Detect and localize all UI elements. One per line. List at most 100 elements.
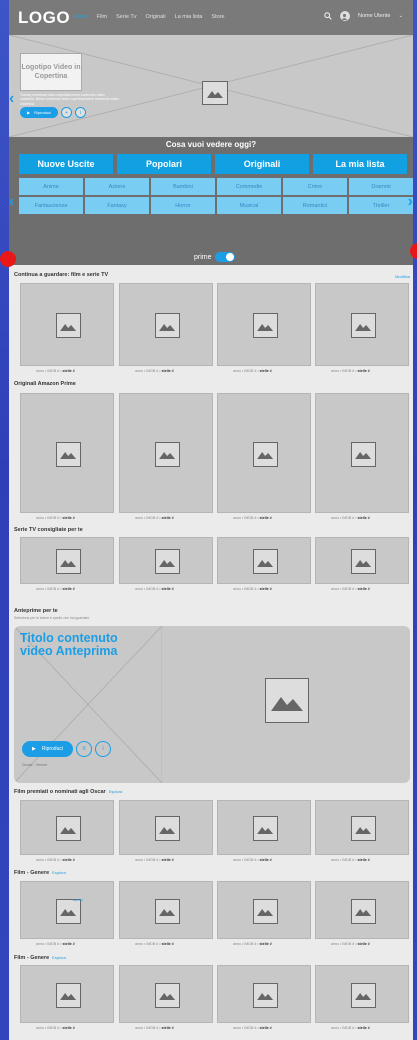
genre-commedie[interactable]: Commedie bbox=[217, 178, 281, 195]
card-stars: stelle # bbox=[357, 942, 370, 946]
content-card[interactable] bbox=[217, 283, 311, 366]
image-placeholder-icon bbox=[252, 982, 278, 1008]
user-name[interactable]: Nome Utente bbox=[358, 13, 390, 19]
image-placeholder-icon bbox=[350, 982, 376, 1008]
content-card[interactable] bbox=[315, 965, 409, 1023]
image-placeholder-icon bbox=[55, 898, 81, 924]
card-imdb: IMDB # • bbox=[47, 369, 63, 373]
search-icon[interactable] bbox=[324, 12, 332, 20]
content-card[interactable] bbox=[217, 800, 311, 855]
content-card[interactable] bbox=[315, 881, 409, 939]
genre-bambini[interactable]: Bambini bbox=[151, 178, 215, 195]
content-card[interactable] bbox=[20, 965, 114, 1023]
hero-banner[interactable]: Logotipo Video in Copertina Trama/ preme… bbox=[9, 35, 413, 137]
user-icon bbox=[342, 13, 348, 20]
card-stars: stelle # bbox=[259, 942, 272, 946]
content-card[interactable] bbox=[119, 283, 213, 366]
card-stars: stelle # bbox=[62, 516, 75, 520]
nav-links: Home Film Serie Tv Originali La mia list… bbox=[73, 14, 225, 20]
content-card[interactable] bbox=[20, 800, 114, 855]
content-card[interactable] bbox=[217, 881, 311, 939]
content-card[interactable] bbox=[119, 393, 213, 513]
genre-crime[interactable]: Crime bbox=[283, 178, 347, 195]
content-card[interactable] bbox=[315, 283, 409, 366]
avatar[interactable] bbox=[339, 11, 350, 21]
section-title-serie: Serie TV consigliate per te bbox=[14, 527, 83, 533]
nav-link-la-mia-lista[interactable]: La mia lista bbox=[175, 14, 203, 20]
genre-grid: Anime Azione Bambini Commedie Crime Dram… bbox=[19, 178, 413, 214]
card-year: anno • bbox=[135, 942, 147, 946]
preview-card[interactable]: Titolo contenuto video Anteprima ▶ Riprod… bbox=[14, 626, 410, 783]
nav-link-originali[interactable]: Originali bbox=[145, 14, 165, 20]
content-card[interactable] bbox=[217, 537, 311, 584]
card-year: anno • bbox=[36, 858, 48, 862]
subtitles-icon[interactable]: ≡ bbox=[75, 741, 92, 757]
content-card[interactable] bbox=[315, 800, 409, 855]
content-card[interactable] bbox=[315, 537, 409, 584]
genre-fantascienza[interactable]: Fantascienza bbox=[19, 197, 83, 214]
card-year: anno • bbox=[36, 369, 48, 373]
content-card[interactable] bbox=[20, 881, 114, 939]
genre-horror[interactable]: Horror bbox=[151, 197, 215, 214]
prime-toggle[interactable]: prime bbox=[194, 252, 235, 262]
category-title: Cosa vuoi vedere oggi? bbox=[165, 140, 257, 149]
card-stars: stelle # bbox=[62, 369, 75, 373]
nav-link-store[interactable]: Store bbox=[211, 14, 224, 20]
card-imdb: IMDB # • bbox=[47, 942, 63, 946]
tab-la-mia-lista[interactable]: La mia lista bbox=[313, 154, 407, 174]
card-imdb: IMDB # • bbox=[342, 858, 358, 862]
nav-link-serie-tv[interactable]: Serie Tv bbox=[116, 14, 136, 20]
genre-musical[interactable]: Musical bbox=[217, 197, 281, 214]
nav-link-film[interactable]: Film bbox=[97, 14, 107, 20]
card-year: anno • bbox=[331, 516, 343, 520]
content-card[interactable] bbox=[119, 800, 213, 855]
card-imdb: IMDB # • bbox=[146, 858, 162, 862]
content-card[interactable] bbox=[315, 393, 409, 513]
chevron-left-icon[interactable]: ‹ bbox=[9, 193, 14, 211]
genre-fantasy[interactable]: Fantasy bbox=[85, 197, 149, 214]
card-meta: anno • IMDB # • stelle # bbox=[36, 587, 75, 591]
esplora-link[interactable]: Esplora bbox=[52, 955, 66, 960]
card-year: anno • bbox=[331, 942, 343, 946]
genre-anime[interactable]: Anime bbox=[19, 178, 83, 195]
genre-drammi[interactable]: Drammi bbox=[349, 178, 413, 195]
tab-originali[interactable]: Originali bbox=[215, 154, 309, 174]
card-meta: anno • IMDB # • stelle # bbox=[331, 858, 370, 862]
genre-romantici[interactable]: Romantici bbox=[283, 197, 347, 214]
image-placeholder-icon bbox=[154, 549, 180, 574]
hero-play-button[interactable]: ▶ Riproduci bbox=[20, 107, 58, 118]
info-icon[interactable]: i bbox=[94, 741, 111, 757]
chevron-down-icon[interactable]: ⌄ bbox=[398, 13, 403, 19]
card-meta: anno • IMDB # • stelle # bbox=[233, 858, 272, 862]
content-card[interactable] bbox=[119, 965, 213, 1023]
toggle-switch[interactable] bbox=[214, 252, 235, 262]
content-card[interactable] bbox=[20, 393, 114, 513]
tab-nuove-uscite[interactable]: Nuove Uscite bbox=[19, 154, 113, 174]
content-card[interactable] bbox=[20, 283, 114, 366]
content-card[interactable] bbox=[20, 537, 114, 584]
preview-play-button[interactable]: ▶ Riproduci bbox=[22, 741, 73, 757]
image-placeholder-icon bbox=[252, 549, 278, 574]
content-card[interactable] bbox=[119, 881, 213, 939]
card-year: anno • bbox=[135, 587, 147, 591]
plus-icon[interactable]: + bbox=[60, 107, 72, 118]
esplora-link[interactable]: Esplora bbox=[109, 789, 123, 794]
card-year: anno • bbox=[135, 516, 147, 520]
info-icon[interactable]: i bbox=[74, 107, 86, 118]
card-meta: anno • IMDB # • stelle # bbox=[135, 942, 174, 946]
modifica-link[interactable]: Modifica bbox=[395, 274, 410, 279]
chevron-right-icon[interactable]: › bbox=[408, 193, 413, 211]
tab-popolari[interactable]: Popolari bbox=[117, 154, 211, 174]
card-year: anno • bbox=[36, 516, 48, 520]
card-meta: anno • IMDB # • stelle # bbox=[135, 369, 174, 373]
genre-azione[interactable]: Azione bbox=[85, 178, 149, 195]
content-card[interactable] bbox=[119, 537, 213, 584]
content-card[interactable] bbox=[217, 393, 311, 513]
hero-prev-arrow[interactable]: ‹ bbox=[9, 90, 14, 108]
site-logo[interactable]: LOGO bbox=[18, 8, 70, 28]
nav-link-home[interactable]: Home bbox=[73, 14, 88, 20]
card-stars: stelle # bbox=[62, 942, 75, 946]
content-card[interactable] bbox=[217, 965, 311, 1023]
esplora-link[interactable]: Esplora bbox=[52, 870, 66, 875]
genre-thriller[interactable]: Thriller bbox=[349, 197, 413, 214]
